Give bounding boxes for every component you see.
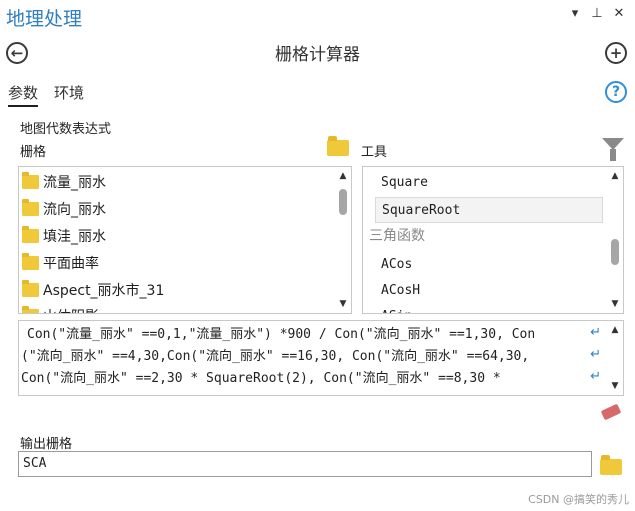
clear-expression-eraser-icon[interactable]	[600, 403, 622, 421]
help-icon[interactable]: ?	[605, 81, 627, 103]
line-wrap-icon: ↵	[590, 325, 601, 340]
scroll-down-arrow-icon[interactable]: ▼	[335, 297, 351, 311]
list-item[interactable]: 山体阴影	[19, 303, 99, 313]
folder-open-icon	[600, 455, 622, 475]
expression-scrollbar[interactable]: ▲ ▼	[607, 321, 623, 395]
raster-folder-icon	[22, 172, 39, 189]
list-item-label: 流向_丽水	[43, 202, 106, 218]
list-item[interactable]: Square	[381, 169, 428, 195]
plus-icon: +	[609, 43, 623, 62]
list-item-label: 填洼_丽水	[43, 229, 106, 245]
scroll-up-arrow-icon[interactable]: ▲	[335, 169, 351, 183]
list-item-label: Aspect_丽水市_31	[43, 283, 165, 299]
list-item[interactable]: Aspect_丽水市_31	[19, 277, 164, 303]
scroll-down-arrow-icon[interactable]: ▼	[607, 379, 623, 393]
raster-folder-icon	[22, 226, 39, 243]
browse-output-button[interactable]	[600, 455, 622, 475]
pin-icon[interactable]: ⊥	[589, 6, 605, 21]
rasters-label: 栅格	[20, 145, 47, 160]
add-button[interactable]: +	[605, 42, 627, 64]
list-item[interactable]: ASin	[381, 303, 412, 314]
raster-folder-icon	[22, 306, 39, 313]
list-item[interactable]: 填洼_丽水	[19, 223, 106, 249]
list-item-label: 平面曲率	[43, 256, 99, 272]
browse-rasters-button[interactable]	[327, 136, 349, 156]
tools-scrollbar[interactable]: ▲ ▼	[607, 167, 623, 313]
list-item[interactable]: ACos	[381, 251, 412, 277]
list-item[interactable]: 流量_丽水	[19, 169, 106, 195]
tools-label: 工具	[361, 145, 388, 160]
expression-editor[interactable]: Con("流量_丽水" ==0,1,"流量_丽水") *900 / Con("流…	[18, 320, 624, 396]
list-item[interactable]: ACosH	[381, 277, 420, 303]
line-wrap-icon: ↵	[590, 369, 601, 384]
tab-parameters[interactable]: 参数	[8, 82, 39, 107]
scroll-down-arrow-icon[interactable]: ▼	[607, 297, 623, 311]
scroll-thumb[interactable]	[611, 239, 619, 265]
expression-line: ("流向_丽水" ==4,30,Con("流向_丽水" ==16,30, Con…	[21, 349, 530, 364]
rasters-scrollbar[interactable]: ▲ ▼	[335, 167, 351, 313]
close-icon[interactable]: ✕	[611, 6, 627, 21]
list-item[interactable]: 平面曲率	[19, 250, 99, 276]
raster-folder-icon	[22, 280, 39, 297]
raster-folder-icon	[22, 199, 39, 216]
expression-line: Con("流向_丽水" ==2,30 * SquareRoot(2), Con(…	[21, 371, 501, 386]
output-raster-field[interactable]: SCA	[18, 451, 592, 477]
line-wrap-icon: ↵	[590, 347, 601, 362]
pane-title: 地理处理	[6, 8, 83, 30]
scroll-thumb[interactable]	[339, 189, 347, 215]
list-item-label: 山体阴影	[43, 306, 99, 313]
output-raster-label: 输出栅格	[20, 437, 73, 452]
scroll-up-arrow-icon[interactable]: ▲	[607, 169, 623, 183]
filter-icon-stem	[610, 149, 616, 161]
tab-environments[interactable]: 环境	[54, 82, 84, 103]
watermark: CSDN @搞笑的秀儿	[528, 493, 629, 506]
expression-line: Con("流量_丽水" ==0,1,"流量_丽水") *900 / Con("流…	[27, 327, 536, 342]
tools-list[interactable]: Square SquareRoot 三角函数 ACos ACosH ASin ▲…	[362, 166, 624, 314]
pane-menu-dropdown-icon[interactable]: ▾	[567, 6, 583, 21]
list-item[interactable]: 流向_丽水	[19, 196, 106, 222]
list-item-label: 流量_丽水	[43, 175, 106, 191]
map-algebra-label: 地图代数表达式	[20, 122, 112, 137]
rasters-list[interactable]: 流量_丽水 流向_丽水 填洼_丽水 平面曲率 Aspect_丽水市_31 山体阴…	[18, 166, 352, 314]
scroll-up-arrow-icon[interactable]: ▲	[607, 323, 623, 337]
raster-folder-icon	[22, 253, 39, 270]
folder-open-icon	[327, 136, 349, 156]
category-header[interactable]: 三角函数	[369, 222, 425, 248]
list-item-selected[interactable]: SquareRoot	[375, 197, 603, 223]
tool-title: 栅格计算器	[275, 45, 360, 65]
